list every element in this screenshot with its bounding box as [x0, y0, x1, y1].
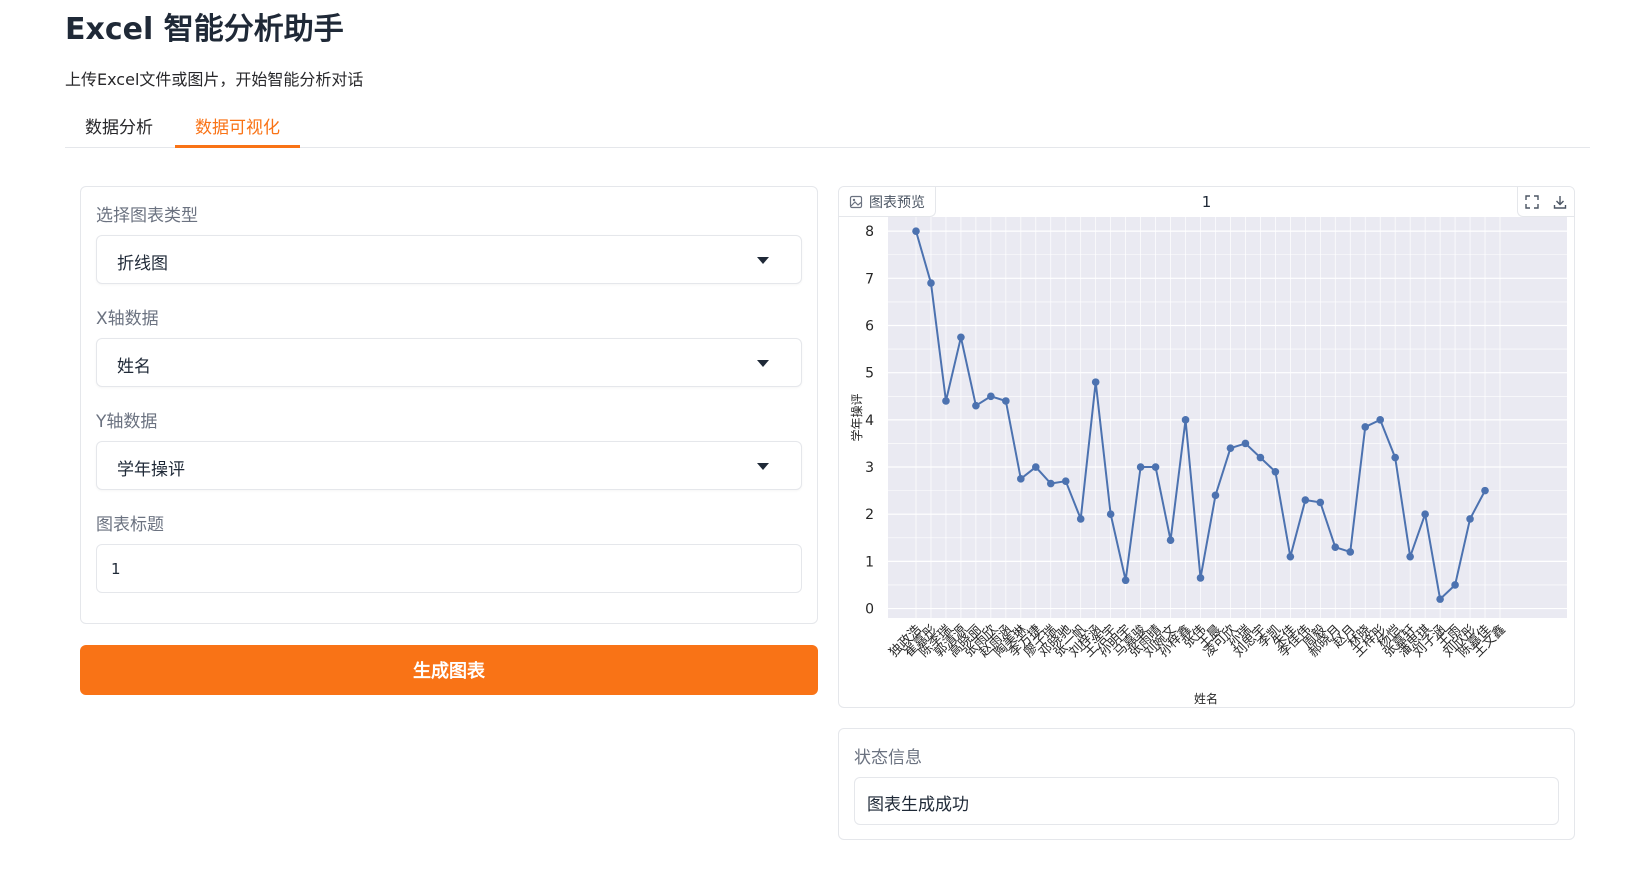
- tab-data-visualization[interactable]: 数据可视化: [175, 116, 300, 148]
- chart-type-label: 选择图表类型: [96, 206, 198, 226]
- y-tick-label: 0: [865, 602, 874, 618]
- data-point: [1331, 543, 1340, 552]
- chart-preview-panel: 图表预览 1 0 1 2 3 4 5 6 7 8 学年操评 独政浩 崔嘉彤 陈李瑞 郭清源 高晓丽 张雨欣 赵雨…: [838, 186, 1575, 708]
- data-point: [1286, 552, 1295, 561]
- data-point: [1436, 595, 1444, 603]
- data-point: [1166, 536, 1175, 544]
- chart-preview-label: 图表预览: [869, 194, 925, 211]
- data-point: [1151, 463, 1160, 471]
- chart-settings-panel: 选择图表类型 折线图 X轴数据 姓名 Y轴数据 学年操评 图表标题: [80, 186, 818, 624]
- y-tick-label: 1: [865, 554, 874, 570]
- data-point: [1421, 510, 1429, 519]
- status-panel: 状态信息 图表生成成功: [838, 728, 1575, 840]
- data-point: [1271, 467, 1280, 476]
- x-axis-label: 姓名: [1194, 691, 1218, 706]
- data-point: [1106, 510, 1115, 519]
- y-axis-value: 学年操评: [117, 460, 185, 480]
- y-tick-label: 3: [865, 460, 874, 476]
- download-icon[interactable]: [1546, 187, 1574, 217]
- data-point: [1466, 515, 1474, 523]
- fullscreen-icon[interactable]: [1518, 187, 1546, 217]
- data-point: [1451, 581, 1459, 589]
- chart-type-value: 折线图: [117, 254, 168, 274]
- page-title: Excel 智能分析助手: [65, 12, 344, 47]
- data-point: [1017, 475, 1025, 483]
- chevron-down-icon: [757, 463, 769, 470]
- data-point: [1376, 416, 1385, 424]
- chevron-down-icon: [757, 257, 769, 264]
- data-point: [1181, 416, 1190, 424]
- data-point: [1346, 548, 1355, 556]
- data-point: [1241, 439, 1250, 448]
- x-axis-select[interactable]: 姓名: [96, 338, 802, 387]
- chart-title-label: 图表标题: [96, 515, 164, 535]
- status-label: 状态信息: [854, 748, 922, 768]
- data-point: [927, 279, 935, 287]
- data-point: [957, 333, 965, 342]
- data-point: [1391, 453, 1399, 462]
- data-point: [1002, 397, 1010, 405]
- data-point: [1301, 496, 1310, 504]
- chart-toolbar: [1517, 187, 1574, 217]
- chart-type-select[interactable]: 折线图: [96, 235, 802, 284]
- x-axis-label: X轴数据: [96, 309, 159, 329]
- data-point: [1061, 477, 1070, 485]
- y-tick-label: 8: [865, 224, 874, 240]
- data-point: [1361, 423, 1370, 431]
- y-tick-label: 2: [865, 507, 874, 523]
- y-axis-label: 学年操评: [849, 393, 864, 441]
- data-point: [1136, 463, 1145, 471]
- data-point: [987, 392, 995, 401]
- y-tick-label: 6: [865, 319, 874, 335]
- image-icon: [849, 195, 863, 208]
- data-point: [1481, 486, 1489, 495]
- y-axis-label: Y轴数据: [96, 412, 158, 432]
- data-point: [912, 227, 920, 235]
- chart-title-input[interactable]: [96, 544, 802, 593]
- y-tick-label: 5: [865, 366, 874, 382]
- generate-chart-button[interactable]: 生成图表: [80, 645, 818, 695]
- y-axis-select[interactable]: 学年操评: [96, 441, 802, 490]
- data-point: [1091, 378, 1100, 386]
- data-point: [1226, 444, 1235, 452]
- data-point: [972, 401, 980, 410]
- status-message: 图表生成成功: [854, 777, 1559, 825]
- data-point: [1121, 576, 1130, 585]
- data-point: [1046, 479, 1055, 488]
- data-point: [1196, 574, 1205, 582]
- y-tick-label: 4: [865, 413, 874, 429]
- y-tick-label: 7: [865, 271, 874, 287]
- tab-data-analysis[interactable]: 数据分析: [65, 116, 173, 148]
- page-subtitle: 上传Excel文件或图片，开始智能分析对话: [65, 70, 364, 89]
- chevron-down-icon: [757, 360, 769, 367]
- data-point: [1316, 498, 1325, 507]
- line-chart: 012345678学年操评独政浩崔嘉彤陈李瑞郭清源高晓丽张雨欣赵雨涵陶美琳李方捷…: [849, 217, 1567, 706]
- data-point: [1406, 552, 1414, 561]
- x-axis-value: 姓名: [117, 357, 151, 377]
- data-point: [942, 397, 950, 405]
- data-point: [1076, 515, 1085, 523]
- data-point: [1211, 491, 1220, 500]
- plot-area: [888, 217, 1567, 618]
- tab-bar: 数据分析 数据可视化: [65, 108, 1590, 148]
- chart-preview-tag: 图表预览: [839, 187, 936, 217]
- data-point: [1256, 453, 1265, 462]
- data-point: [1031, 463, 1040, 471]
